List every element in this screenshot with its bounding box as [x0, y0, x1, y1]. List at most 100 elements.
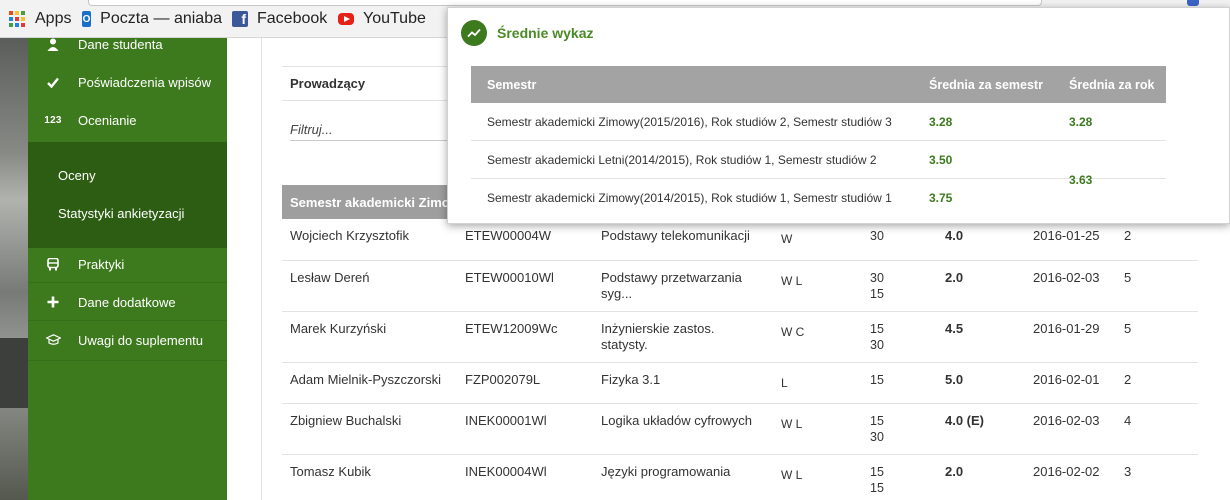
averages-row: Semestr akademicki Zimowy(2014/2015), Ro… [471, 179, 1166, 217]
filter-row [282, 101, 452, 145]
cell-teacher: Marek Kurzyński [290, 321, 387, 336]
cell-date: 2016-02-03 [1033, 270, 1100, 285]
table-row[interactable]: Lesław Dereń ETEW00010Wl Podstawy przetw… [282, 261, 1198, 312]
cell-code: ETEW00010Wl [465, 270, 554, 285]
sidebar-item-praktyki[interactable]: Praktyki [28, 245, 227, 283]
bus-icon [28, 257, 78, 271]
cell-grade: 2.0 [945, 270, 964, 285]
check-icon [28, 77, 78, 88]
cell-forms: W [781, 232, 793, 246]
cell-semester-avg: 3.28 [929, 115, 953, 129]
bookmark-label: YouTube [363, 10, 426, 27]
sidebar-item-label: Ocenianie [78, 112, 137, 128]
background-photo [0, 38, 28, 500]
cell-forms: W C [781, 325, 805, 339]
sidebar-item-label: Poświadczenia wpisów [78, 74, 211, 90]
filter-input[interactable] [290, 122, 450, 141]
bookmark-youtube[interactable]: YouTube [338, 0, 426, 38]
cell-grade: 4.0 (E) [945, 413, 985, 428]
averages-row: Semestr akademicki Zimowy(2015/2016), Ro… [471, 103, 1166, 141]
averages-table: Semestr Średnia za semestr Średnia za ro… [471, 66, 1166, 217]
cell-date: 2016-02-03 [1033, 413, 1100, 428]
cell-year-avg: 3.28 [1069, 115, 1093, 129]
cell-ects: 5 [1124, 270, 1132, 285]
graduation-cap-icon [28, 334, 78, 346]
cell-teacher: Adam Mielnik-Pyszczorski [290, 372, 441, 387]
cell-subject: Logika układów cyfrowych [601, 413, 753, 428]
semester-header: Semestr akademicki Zimowy(2015/2016) [282, 185, 452, 219]
cell-code: FZP002079L [465, 372, 541, 387]
cell-hours: 30 [870, 229, 884, 243]
column-header-prowadzacy[interactable]: Prowadzący [282, 66, 452, 101]
cell-ects: 5 [1124, 321, 1132, 336]
sidebar-submenu: Oceny Statystyki ankietyzacji [28, 142, 227, 248]
cell-code: ETEW00004W [465, 228, 551, 243]
cell-teacher: Zbigniew Buchalski [290, 413, 402, 428]
popup-title: Średnie wykaz [497, 25, 594, 41]
cell-subject: Podstawy telekomunikacji [601, 228, 750, 243]
sidebar-item-ocenianie[interactable]: 123 Ocenianie [28, 101, 227, 139]
cell-subject: Podstawy przetwarzania syg... [601, 270, 742, 301]
apps-grid-icon [9, 11, 25, 27]
cell-code: ETEW12009Wc [465, 321, 558, 336]
cell-date: 2016-02-02 [1033, 464, 1100, 479]
cell-subject: Fizyka 3.1 [601, 372, 661, 387]
cell-date: 2016-02-01 [1033, 372, 1100, 387]
column-header-semestr: Semestr [487, 78, 537, 92]
submenu-item-statystyki[interactable]: Statystyki ankietyzacji [58, 206, 184, 221]
cell-semester: Semestr akademicki Zimowy(2014/2015), Ro… [487, 191, 892, 205]
cell-forms: W L [781, 417, 803, 431]
cell-semester: Semestr akademicki Letni(2014/2015), Rok… [487, 153, 877, 167]
cell-ects: 3 [1124, 464, 1132, 479]
sidebar: Dane studenta Poświadczenia wpisów 123 O… [28, 37, 227, 500]
averages-table-header: Semestr Średnia za semestr Średnia za ro… [471, 66, 1166, 103]
bookmark-label: Facebook [257, 10, 328, 27]
sidebar-divider [28, 360, 227, 361]
cell-grade: 4.5 [945, 321, 964, 336]
table-row[interactable]: Zbigniew Buchalski INEK00001Wl Logika uk… [282, 404, 1198, 455]
trend-line-icon [461, 20, 487, 46]
cell-code: INEK00001Wl [465, 413, 547, 428]
cell-semester: Semestr akademicki Zimowy(2015/2016), Ro… [487, 115, 892, 129]
averages-row: Semestr akademicki Letni(2014/2015), Rok… [471, 141, 1166, 187]
bookmark-facebook[interactable]: f Facebook [232, 0, 327, 38]
cell-ects: 2 [1124, 372, 1132, 387]
cell-teacher: Wojciech Krzysztofik [290, 228, 409, 243]
sidebar-item-label: Dane dodatkowe [78, 294, 176, 310]
facebook-icon: f [232, 11, 248, 27]
cell-grade: 2.0 [945, 464, 964, 479]
cell-date: 2016-01-29 [1033, 321, 1100, 336]
content-border [261, 38, 262, 500]
cell-hours: 15 [870, 373, 884, 387]
cell-grade: 5.0 [945, 372, 964, 387]
sidebar-item-label: Uwagi do suplementu [78, 332, 204, 348]
cell-forms: W L [781, 274, 803, 288]
cell-forms: W L [781, 468, 803, 482]
cell-date: 2016-01-25 [1033, 228, 1100, 243]
table-row[interactable]: Tomasz Kubik INEK00004Wl Języki programo… [282, 455, 1198, 500]
averages-popup: Średnie wykaz Semestr Średnia za semestr… [447, 7, 1230, 224]
cell-grade: 4.0 [945, 228, 964, 243]
sidebar-item-dane-dodatkowe[interactable]: Dane dodatkowe [28, 283, 227, 321]
cell-hours: 15 15 [870, 465, 884, 495]
table-row[interactable]: Wojciech Krzysztofik ETEW00004W Podstawy… [282, 219, 1198, 261]
sidebar-item-poswiadczenia[interactable]: Poświadczenia wpisów [28, 63, 227, 101]
sidebar-item-label: Praktyki [78, 256, 125, 272]
table-row[interactable]: Marek Kurzyński ETEW12009Wc Inżynierskie… [282, 312, 1198, 363]
person-icon [28, 38, 78, 51]
plus-icon [28, 296, 78, 308]
youtube-icon [338, 13, 354, 25]
sidebar-item-label: Dane studenta [78, 36, 163, 52]
cell-forms: L [781, 376, 788, 390]
cell-teacher: Lesław Dereń [290, 270, 370, 285]
cell-teacher: Tomasz Kubik [290, 464, 371, 479]
sidebar-item-dane-studenta[interactable]: Dane studenta [28, 25, 227, 63]
cell-ects: 2 [1124, 228, 1132, 243]
cell-subject: Języki programowania [601, 464, 731, 479]
extension-badge [1187, 0, 1199, 6]
cell-semester-avg: 3.75 [929, 191, 953, 205]
column-header-srednia-semestr: Średnia za semestr [929, 78, 1043, 92]
table-row[interactable]: Adam Mielnik-Pyszczorski FZP002079L Fizy… [282, 363, 1198, 404]
submenu-item-oceny[interactable]: Oceny [58, 168, 96, 183]
sidebar-item-uwagi[interactable]: Uwagi do suplementu [28, 321, 227, 359]
